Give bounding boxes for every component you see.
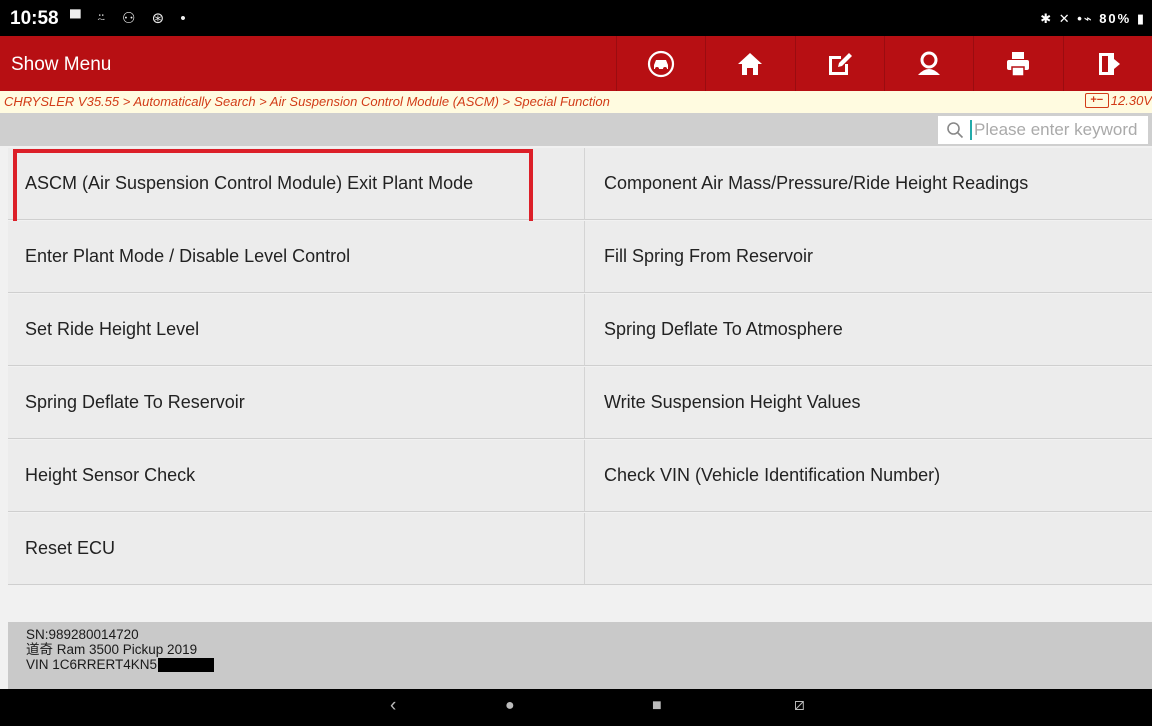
battery-voltage: +− 12.30V	[1084, 93, 1152, 108]
screenshot-icon[interactable]: ⧄	[794, 695, 805, 715]
search-strip	[0, 113, 1152, 146]
search-box[interactable]	[938, 116, 1148, 144]
search-input[interactable]	[970, 120, 1140, 140]
edit-button[interactable]	[794, 36, 884, 91]
function-row: Set Ride Height Level Spring Deflate To …	[8, 294, 1152, 367]
vin-redaction	[158, 657, 215, 672]
status-time: 10:58	[10, 8, 59, 29]
function-row: Spring Deflate To Reservoir Write Suspen…	[8, 367, 1152, 440]
edit-icon	[828, 52, 852, 75]
function-row: ASCM (Air Suspension Control Module) Exi…	[8, 148, 1152, 229]
exit-button[interactable]	[1062, 36, 1152, 91]
function-item-deflate-atmosphere[interactable]: Spring Deflate To Atmosphere	[585, 294, 1152, 366]
navigation-bar: ‹ ● ■ ⧄	[0, 689, 1152, 726]
breadcrumb: CHRYSLER V35.55 > Automatically Search >…	[0, 91, 1152, 113]
voltage-value: 12.30V	[1110, 93, 1152, 108]
vehicle-button[interactable]	[616, 36, 705, 91]
vin-number: VIN 1C6RRERT4KN5	[26, 657, 158, 672]
breadcrumb-path: CHRYSLER V35.55 > Automatically Search >…	[4, 94, 610, 109]
back-icon[interactable]: ‹	[390, 695, 396, 717]
function-item-empty	[585, 513, 1152, 585]
function-item-height-sensor-check[interactable]: Height Sensor Check	[8, 440, 585, 512]
app-header: Show Menu	[0, 36, 1152, 91]
print-icon	[1007, 51, 1030, 77]
home-icon	[738, 52, 763, 75]
toolbar	[616, 36, 1152, 91]
function-item-enter-plant-mode[interactable]: Enter Plant Mode / Disable Level Control	[8, 221, 585, 293]
status-bar: 10:58 ▀ ⍨ ⚇ ⊛ • ✱ ✕ •⌁ 80% ▮	[0, 0, 1152, 36]
notification-icons: ▀ ⍨ ⚇ ⊛ •	[70, 10, 192, 27]
serial-number: SN:989280014720	[26, 627, 139, 642]
show-menu-button[interactable]: Show Menu	[11, 54, 111, 76]
function-grid: ASCM (Air Suspension Control Module) Exi…	[8, 148, 1152, 586]
vehicle-icon	[648, 50, 675, 77]
print-button[interactable]	[973, 36, 1062, 91]
function-row: Height Sensor Check Check VIN (Vehicle I…	[8, 440, 1152, 513]
battery-icon: +−	[1084, 93, 1109, 108]
exit-icon	[1098, 52, 1120, 75]
vehicle-model: 道奇 Ram 3500 Pickup 2019	[26, 642, 198, 657]
function-row: Enter Plant Mode / Disable Level Control…	[8, 221, 1152, 294]
home-nav-icon[interactable]: ●	[505, 697, 515, 715]
function-item-check-vin[interactable]: Check VIN (Vehicle Identification Number…	[585, 440, 1152, 512]
function-item-reset-ecu[interactable]: Reset ECU	[8, 513, 585, 585]
recents-icon[interactable]: ■	[652, 697, 662, 715]
user-button[interactable]	[883, 36, 973, 91]
home-button[interactable]	[705, 36, 794, 91]
function-item-deflate-reservoir[interactable]: Spring Deflate To Reservoir	[8, 367, 585, 439]
user-icon	[918, 51, 941, 75]
screen: 10:58 ▀ ⍨ ⚇ ⊛ • ✱ ✕ •⌁ 80% ▮ Show Menu C…	[0, 0, 1152, 726]
vehicle-info: SN:989280014720 道奇 Ram 3500 Pickup 2019 …	[8, 622, 1152, 689]
function-row: Reset ECU	[8, 513, 1152, 586]
function-item-write-height-values[interactable]: Write Suspension Height Values	[585, 367, 1152, 439]
function-item-exit-plant-mode[interactable]: ASCM (Air Suspension Control Module) Exi…	[8, 148, 585, 229]
search-icon	[947, 122, 964, 139]
function-item-set-ride-height[interactable]: Set Ride Height Level	[8, 294, 585, 366]
function-item-fill-spring[interactable]: Fill Spring From Reservoir	[585, 221, 1152, 293]
system-status-icons: ✱ ✕ •⌁ 80% ▮	[1040, 11, 1146, 26]
function-item-component-readings[interactable]: Component Air Mass/Pressure/Ride Height …	[585, 148, 1152, 220]
vin-line: VIN 1C6RRERT4KN5	[26, 657, 1152, 672]
